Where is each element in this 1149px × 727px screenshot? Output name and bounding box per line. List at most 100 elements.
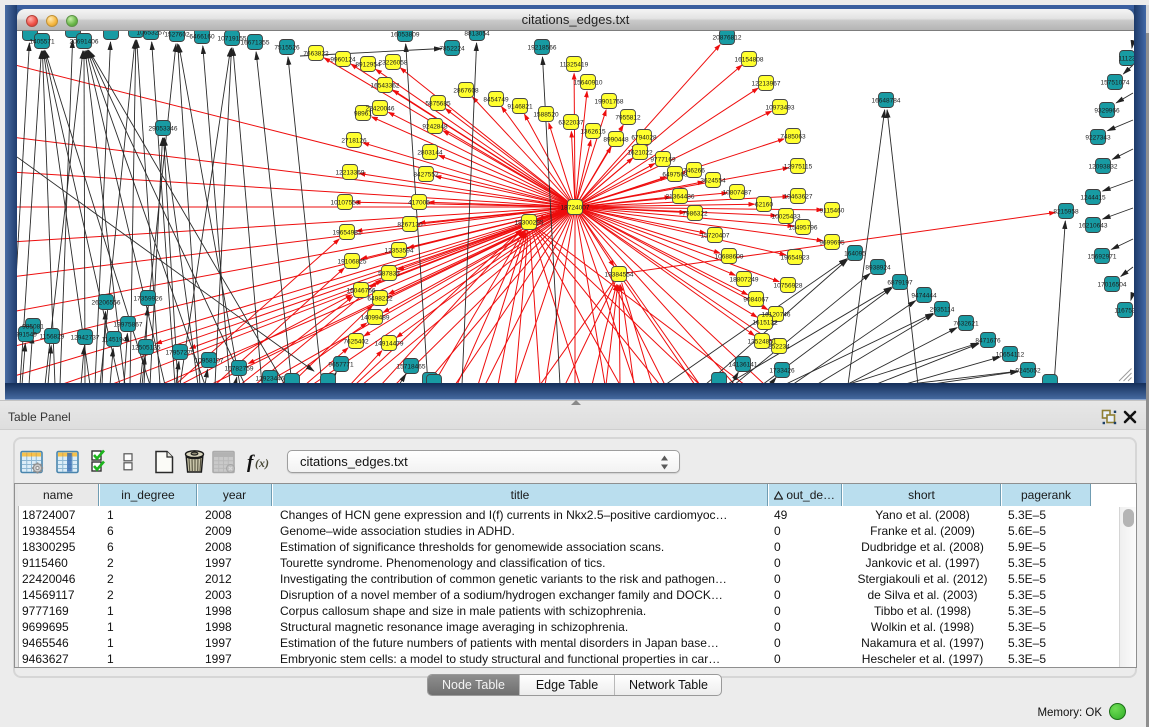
svg-text:15495796: 15495796 xyxy=(789,224,818,231)
svg-text:9084067: 9084067 xyxy=(743,296,769,303)
svg-text:17957275: 17957275 xyxy=(166,349,195,356)
svg-text:19654982: 19654982 xyxy=(333,229,362,236)
svg-text:2935114: 2935114 xyxy=(930,306,955,313)
svg-text:9146821: 9146821 xyxy=(507,103,533,110)
svg-text:12975115: 12975115 xyxy=(784,163,813,170)
svg-text:1588520: 1588520 xyxy=(533,111,559,118)
svg-text:12213967: 12213967 xyxy=(752,80,781,87)
svg-text:16210643: 16210643 xyxy=(1079,222,1108,229)
svg-text:16671355: 16671355 xyxy=(241,39,270,46)
svg-text:8813054: 8813054 xyxy=(464,31,490,37)
svg-text:10653257: 10653257 xyxy=(137,31,166,36)
svg-text:10025433: 10025433 xyxy=(772,213,801,220)
svg-text:2867608: 2867608 xyxy=(453,87,479,94)
svg-text:19106825: 19106825 xyxy=(338,258,367,265)
svg-text:15718465: 15718465 xyxy=(397,363,426,370)
svg-text:746266: 746266 xyxy=(683,167,705,174)
svg-text:20876812: 20876812 xyxy=(713,34,742,41)
svg-text:15751074: 15751074 xyxy=(1101,79,1130,86)
svg-text:1156829: 1156829 xyxy=(40,333,65,340)
svg-text:8938924: 8938924 xyxy=(865,264,891,271)
svg-text:7625402: 7625402 xyxy=(343,338,369,345)
svg-text:9329966: 9329966 xyxy=(1094,107,1120,114)
svg-text:19975867: 19975867 xyxy=(114,321,143,328)
svg-text:9242848: 9242848 xyxy=(422,123,448,130)
svg-text:587833: 587833 xyxy=(378,270,400,277)
svg-text:6466160: 6466160 xyxy=(189,33,215,40)
svg-text:1615132: 1615132 xyxy=(752,319,778,326)
svg-text:1621022: 1621022 xyxy=(627,149,653,156)
svg-text:14914479: 14914479 xyxy=(375,340,404,347)
svg-text:16543362: 16543362 xyxy=(371,82,400,89)
svg-text:7632621: 7632621 xyxy=(953,320,979,327)
svg-text:11123: 11123 xyxy=(1118,55,1134,62)
svg-text:26206556: 26206556 xyxy=(92,299,121,306)
svg-text:2718126: 2718126 xyxy=(341,137,367,144)
svg-text:1405571: 1405571 xyxy=(29,38,55,45)
svg-text:19384554: 19384554 xyxy=(605,271,634,278)
svg-text:1527602: 1527602 xyxy=(164,31,190,38)
svg-text:19901768: 19901768 xyxy=(595,98,624,105)
svg-text:16046766: 16046766 xyxy=(347,287,376,294)
svg-text:17359926: 17359926 xyxy=(134,295,163,302)
svg-text:f: f xyxy=(247,452,255,473)
svg-text:7485063: 7485063 xyxy=(780,133,806,140)
svg-text:8454749: 8454749 xyxy=(483,96,509,103)
svg-text:8990448: 8990448 xyxy=(603,136,629,143)
svg-text:11325419: 11325419 xyxy=(560,61,589,68)
svg-text:9474444: 9474444 xyxy=(911,292,937,299)
svg-text:1362615: 1362615 xyxy=(580,128,606,135)
svg-text:12353594: 12353594 xyxy=(385,247,414,254)
svg-text:18807249: 18807249 xyxy=(730,276,759,283)
svg-text:18300295: 18300295 xyxy=(515,219,544,226)
svg-text:8427552: 8427552 xyxy=(413,171,439,178)
svg-text:19218566: 19218566 xyxy=(528,44,557,51)
svg-text:1145194: 1145194 xyxy=(102,336,127,343)
svg-text:16120746: 16120746 xyxy=(762,311,791,318)
svg-text:7986322: 7986322 xyxy=(682,210,708,217)
svg-text:15640910: 15640910 xyxy=(574,79,603,86)
svg-text:12505135: 12505135 xyxy=(132,344,161,351)
svg-text:18724007: 18724007 xyxy=(561,204,590,211)
svg-text:9115460: 9115460 xyxy=(820,207,845,214)
svg-text:16154808: 16154808 xyxy=(735,56,764,63)
svg-text:9777169: 9777169 xyxy=(650,156,676,163)
svg-text:164095: 164095 xyxy=(844,250,866,257)
svg-text:14099489: 14099489 xyxy=(361,314,390,321)
svg-text:6794028: 6794028 xyxy=(631,134,657,141)
svg-text:9657771: 9657771 xyxy=(328,361,354,368)
svg-text:8267130: 8267130 xyxy=(397,221,423,228)
svg-text:20691406: 20691406 xyxy=(70,38,99,45)
svg-text:16648784: 16648784 xyxy=(872,97,901,104)
svg-text:1244415: 1244415 xyxy=(1080,194,1106,201)
svg-text:985081: 985081 xyxy=(22,323,44,330)
svg-text:98961: 98961 xyxy=(354,110,372,117)
svg-text:6322037: 6322037 xyxy=(558,119,584,126)
svg-text:10654112: 10654112 xyxy=(996,351,1025,358)
svg-text:19463627: 19463627 xyxy=(784,193,813,200)
svg-text:8912954: 8912954 xyxy=(355,61,381,68)
svg-text:7663822: 7663822 xyxy=(303,50,329,57)
svg-text:10958107: 10958107 xyxy=(195,357,224,364)
svg-text:8215958: 8215958 xyxy=(1053,208,1079,215)
svg-text:10973493: 10973493 xyxy=(766,104,795,111)
svg-text:252234: 252234 xyxy=(768,343,790,350)
svg-text:62160: 62160 xyxy=(755,201,773,208)
svg-text:9699695: 9699695 xyxy=(819,239,845,246)
svg-text:19654923: 19654923 xyxy=(781,254,810,261)
svg-text:17016504: 17016504 xyxy=(1098,281,1127,288)
svg-text:15720407: 15720407 xyxy=(701,232,730,239)
svg-text:9960124: 9960124 xyxy=(330,56,356,63)
svg-text:8471676: 8471676 xyxy=(975,337,1001,344)
svg-text:116753: 116753 xyxy=(1114,307,1134,314)
svg-text:9227343: 9227343 xyxy=(1085,134,1111,141)
svg-text:1733426: 1733426 xyxy=(769,367,795,374)
svg-text:6879197: 6879197 xyxy=(887,279,913,286)
svg-text:(x): (x) xyxy=(255,456,269,470)
svg-text:12093832: 12093832 xyxy=(1089,163,1118,170)
svg-text:14136141: 14136141 xyxy=(729,361,758,368)
svg-text:29053346: 29053346 xyxy=(149,125,178,132)
svg-text:7515526: 7515526 xyxy=(274,44,300,51)
svg-text:12213369: 12213369 xyxy=(336,169,365,176)
svg-text:23226058: 23226058 xyxy=(379,59,408,66)
